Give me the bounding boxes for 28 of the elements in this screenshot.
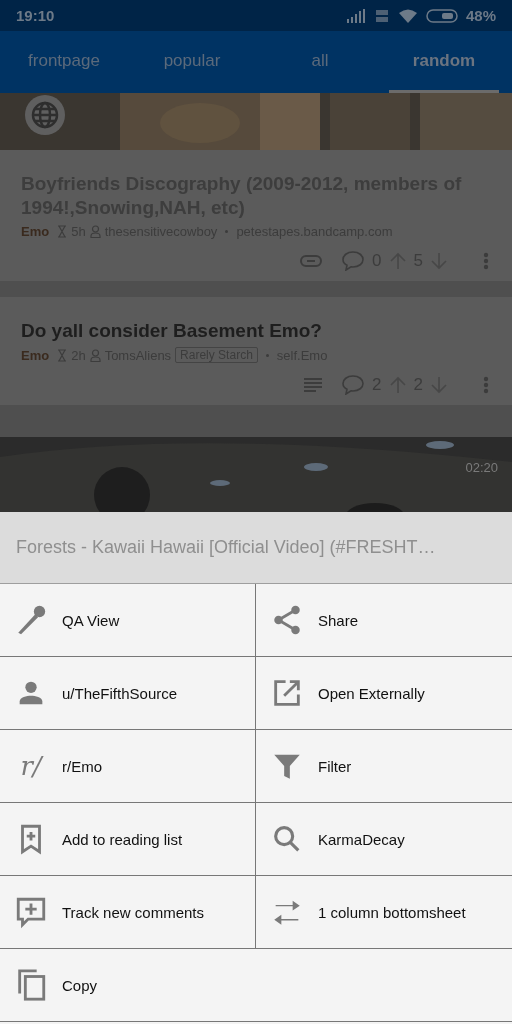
menu-item[interactable]: QA View xyxy=(0,584,256,657)
globe-icon xyxy=(23,93,67,137)
comment-plus-icon xyxy=(14,895,48,929)
sheet-title: Forests - Kawaii Hawaii [Official Video] (#FRESHT… xyxy=(0,512,512,584)
hourglass-icon xyxy=(57,348,68,362)
battery-level: 48% xyxy=(465,7,496,24)
clock: 19:10 xyxy=(16,7,55,24)
menu-item[interactable]: r/ r/Emo xyxy=(0,730,256,803)
comment-icon[interactable] xyxy=(342,375,365,395)
battery-icon xyxy=(425,8,458,23)
link-icon[interactable] xyxy=(300,255,323,267)
subreddit-label: Emo xyxy=(21,224,50,239)
hourglass-icon xyxy=(57,225,68,238)
signal-icon xyxy=(345,8,366,23)
wifi-icon xyxy=(397,8,418,23)
text-lines-icon[interactable] xyxy=(304,378,323,392)
more-options-icon[interactable] xyxy=(483,252,489,270)
subreddit-glyph: r/ xyxy=(19,751,45,781)
post-title: Do yall consider Basement Emo? xyxy=(21,319,323,343)
video-duration: 02:20 xyxy=(465,460,498,475)
more-options-icon[interactable] xyxy=(483,376,489,394)
menu-item[interactable]: u/TheFifthSource xyxy=(0,657,256,730)
person-icon xyxy=(89,225,101,238)
comment-icon[interactable] xyxy=(342,251,365,271)
menu-item[interactable]: Track new comments xyxy=(0,876,256,949)
person-icon xyxy=(89,348,101,362)
subreddit-label: Emo xyxy=(21,347,50,363)
menu-item[interactable]: Add to reading list xyxy=(0,803,256,876)
